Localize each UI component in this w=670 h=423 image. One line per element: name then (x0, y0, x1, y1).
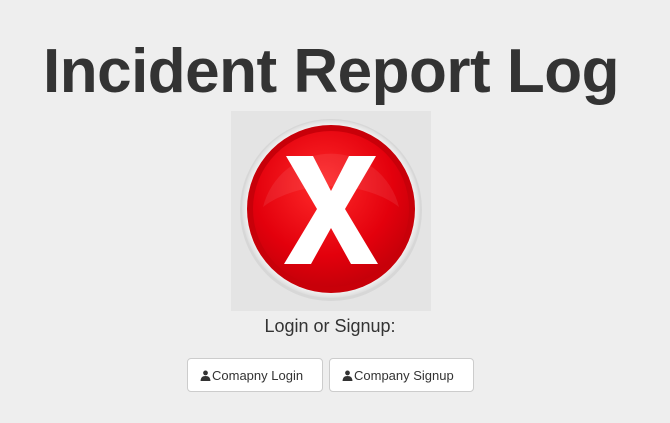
company-signup-button[interactable]: Company Signup (329, 358, 474, 392)
company-login-label: Comapny Login (212, 367, 304, 383)
page-title: Incident Report Log (42, 37, 620, 106)
user-icon (200, 370, 211, 381)
button-row: Comapny Login Company Signup (187, 358, 474, 392)
logo-image (231, 111, 431, 311)
company-login-button[interactable]: Comapny Login (187, 358, 323, 392)
user-icon (342, 370, 353, 381)
login-or-signup-text: Login or Signup: (264, 316, 396, 336)
company-signup-label: Company Signup (354, 367, 454, 383)
red-x-circle-icon (240, 119, 422, 301)
